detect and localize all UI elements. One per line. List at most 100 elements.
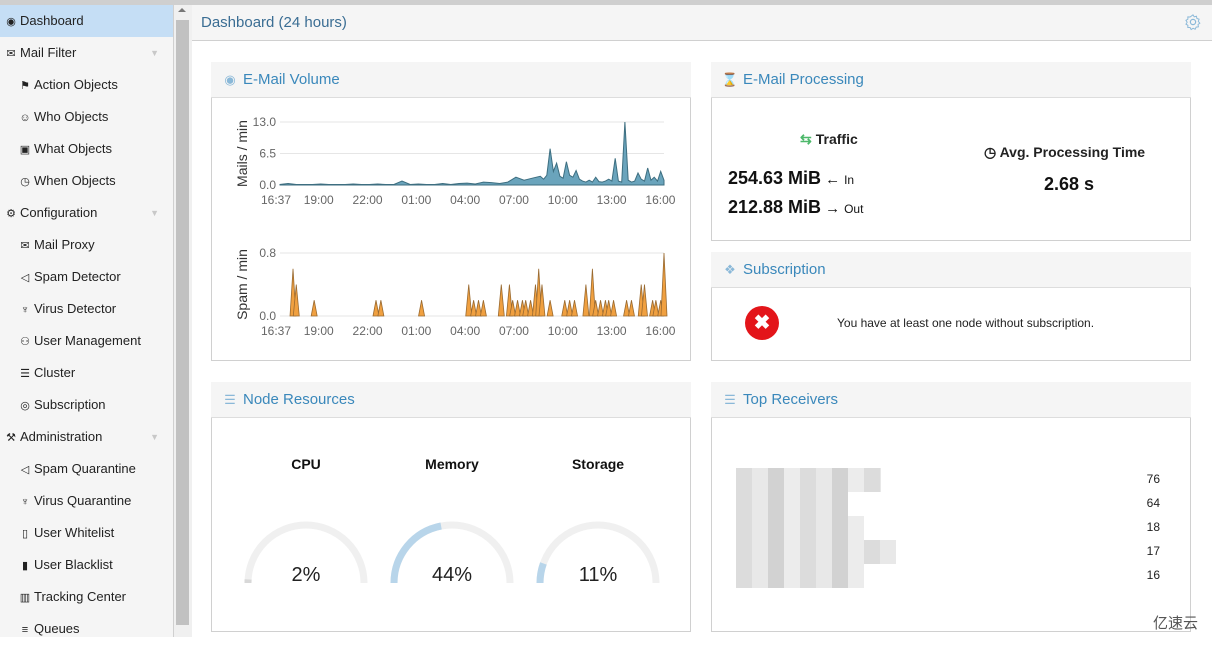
x-tick-label: 10:00	[548, 324, 578, 338]
avg-processing-value: 2.68 s	[1044, 174, 1094, 195]
sidebar-item-label: User Blacklist	[34, 557, 113, 572]
cogs-icon: ⚙	[4, 198, 18, 230]
top-receivers-header: ☰Top Receivers	[711, 382, 1191, 418]
sidebar-item-label: Virus Quarantine	[34, 493, 131, 508]
sidebar-item-spam-quarantine[interactable]: ◁Spam Quarantine	[0, 453, 173, 485]
chevron-down-icon[interactable]: ▼	[150, 421, 159, 453]
sidebar-item-action-objects[interactable]: ⚑Action Objects	[0, 69, 173, 101]
scroll-up-arrow-icon[interactable]	[178, 8, 186, 12]
dashboard-icon: ◉	[221, 62, 239, 98]
bug-icon: ♆	[18, 486, 32, 518]
traffic-out-row: 212.88 MiB→Out	[728, 197, 863, 218]
envelope-outline-icon: ✉	[18, 230, 32, 262]
x-tick-label: 13:00	[597, 193, 627, 207]
sidebar-item-what-objects[interactable]: ▣What Objects	[0, 133, 173, 165]
subscription-header: ❖Subscription	[711, 252, 1191, 288]
exchange-icon: ⇆	[800, 131, 812, 147]
top-receivers-body: 7664181716	[711, 418, 1191, 632]
receiver-name-redacted[interactable]	[736, 540, 896, 564]
ticket-icon: ❖	[721, 252, 739, 288]
subscription-body: ✖ You have at least one node without sub…	[711, 288, 1191, 361]
sidebar-item-label: Dashboard	[20, 13, 84, 28]
sidebar-item-label: Administration	[20, 429, 102, 444]
receiver-name-redacted[interactable]	[736, 564, 864, 588]
user-circle-icon: ☺	[18, 102, 32, 134]
receiver-name-redacted[interactable]	[736, 492, 848, 516]
sidebar-item-when-objects[interactable]: ◷When Objects	[0, 165, 173, 197]
top-receivers-panel: ☰Top Receivers 7664181716	[711, 382, 1191, 632]
sidebar-item-label: Configuration	[20, 205, 97, 220]
spam-spike	[466, 285, 472, 317]
spam-spike	[611, 300, 617, 316]
gauge-value-storage: 11%	[538, 564, 658, 587]
spam-spike	[628, 300, 634, 316]
x-tick-label: 04:00	[450, 324, 480, 338]
hourglass-icon: ⌛	[721, 62, 739, 98]
sidebar-item-label: What Objects	[34, 141, 112, 156]
sidebar-item-virus-quarantine[interactable]: ♆Virus Quarantine	[0, 485, 173, 517]
sidebar-item-mail-proxy[interactable]: ✉Mail Proxy	[0, 229, 173, 261]
email-processing-body: ⇆Traffic 254.63 MiB←In 212.88 MiB→Out ◷ …	[711, 98, 1191, 241]
chevron-down-icon[interactable]: ▼	[150, 197, 159, 229]
page-title: Dashboard (24 hours)	[201, 14, 347, 31]
traffic-in-value: 254.63 MiB	[728, 168, 821, 188]
node-resources-body: CPU2%Memory44%Storage11%	[211, 418, 691, 632]
sidebar-item-cluster[interactable]: ☰Cluster	[0, 357, 173, 389]
receiver-name-redacted[interactable]	[736, 468, 881, 492]
sidebar-item-virus-detector[interactable]: ♆Virus Detector	[0, 293, 173, 325]
sidebar-item-mail-filter[interactable]: ✉Mail Filter▼	[0, 37, 173, 69]
email-processing-panel: ⌛E-Mail Processing ⇆Traffic 254.63 MiB←I…	[711, 62, 1191, 241]
email-volume-body: 13.06.50.016:3719:0022:0001:0004:0007:00…	[211, 98, 691, 361]
x-tick-label: 07:00	[499, 193, 529, 207]
file-outline-icon: ▯	[18, 518, 32, 550]
receiver-count: 17	[1147, 544, 1160, 558]
server-icon: ☰	[221, 382, 239, 418]
x-tick-label: 22:00	[353, 324, 383, 338]
sidebar-item-label: Mail Filter	[20, 45, 76, 60]
spam-spike	[378, 300, 384, 316]
x-tick-label: 16:37	[261, 193, 291, 207]
sidebar-item-spam-detector[interactable]: ◁Spam Detector	[0, 261, 173, 293]
gear-icon[interactable]	[1184, 13, 1202, 31]
avg-processing-label: Avg. Processing Time	[1000, 144, 1146, 160]
sidebar-item-user-management[interactable]: ⚇User Management	[0, 325, 173, 357]
sidebar-item-administration[interactable]: ⚒Administration ▼	[0, 421, 173, 453]
sidebar-item-dashboard[interactable]: ◉Dashboard	[0, 5, 173, 37]
sidebar-nav: ◉Dashboard✉Mail Filter▼⚑Action Objects☺W…	[0, 5, 174, 637]
chevron-down-icon[interactable]: ▼	[150, 37, 159, 69]
sidebar-item-who-objects[interactable]: ☺Who Objects	[0, 101, 173, 133]
sidebar-item-user-whitelist[interactable]: ▯User Whitelist	[0, 517, 173, 549]
server-icon: ☰	[18, 358, 32, 390]
error-x-icon: ✖	[745, 306, 779, 340]
sidebar-scrollbar-thumb[interactable]	[176, 20, 189, 625]
receiver-count: 18	[1147, 520, 1160, 534]
node-resources-header: ☰Node Resources	[211, 382, 691, 418]
sidebar-item-configuration[interactable]: ⚙Configuration ▼	[0, 197, 173, 229]
gauge-value-cpu: 2%	[246, 564, 366, 587]
arrow-right-icon: →	[825, 200, 840, 217]
x-tick-label: 07:00	[499, 324, 529, 338]
x-tick-label: 01:00	[401, 324, 431, 338]
watermark: 亿速云	[1153, 612, 1198, 633]
x-tick-label: 19:00	[304, 193, 334, 207]
flag-icon: ⚑	[18, 70, 32, 102]
bug-icon: ♆	[18, 294, 32, 326]
sidebar-item-queues[interactable]: ≡Queues	[0, 613, 173, 645]
top-receivers-title: Top Receivers	[743, 391, 838, 408]
y-axis-label: Spam / min	[234, 249, 250, 320]
spam-spike	[547, 300, 553, 316]
sidebar-item-tracking-center[interactable]: ▥Tracking Center	[0, 581, 173, 613]
spam-spike	[480, 300, 486, 316]
email-volume-title: E-Mail Volume	[243, 71, 340, 88]
x-tick-label: 19:00	[304, 324, 334, 338]
gauge-value-memory: 44%	[392, 564, 512, 587]
spam-spike	[311, 300, 317, 316]
sidebar-item-label: Cluster	[34, 365, 75, 380]
sidebar-item-user-blacklist[interactable]: ▮User Blacklist	[0, 549, 173, 581]
sidebar-item-label: User Whitelist	[34, 525, 114, 540]
sidebar-item-label: Virus Detector	[34, 301, 116, 316]
y-tick-label: 13.0	[253, 115, 277, 129]
sidebar-item-subscription[interactable]: ◎Subscription	[0, 389, 173, 421]
receiver-name-redacted[interactable]	[736, 516, 864, 540]
wrench-icon: ⚒	[4, 422, 18, 454]
